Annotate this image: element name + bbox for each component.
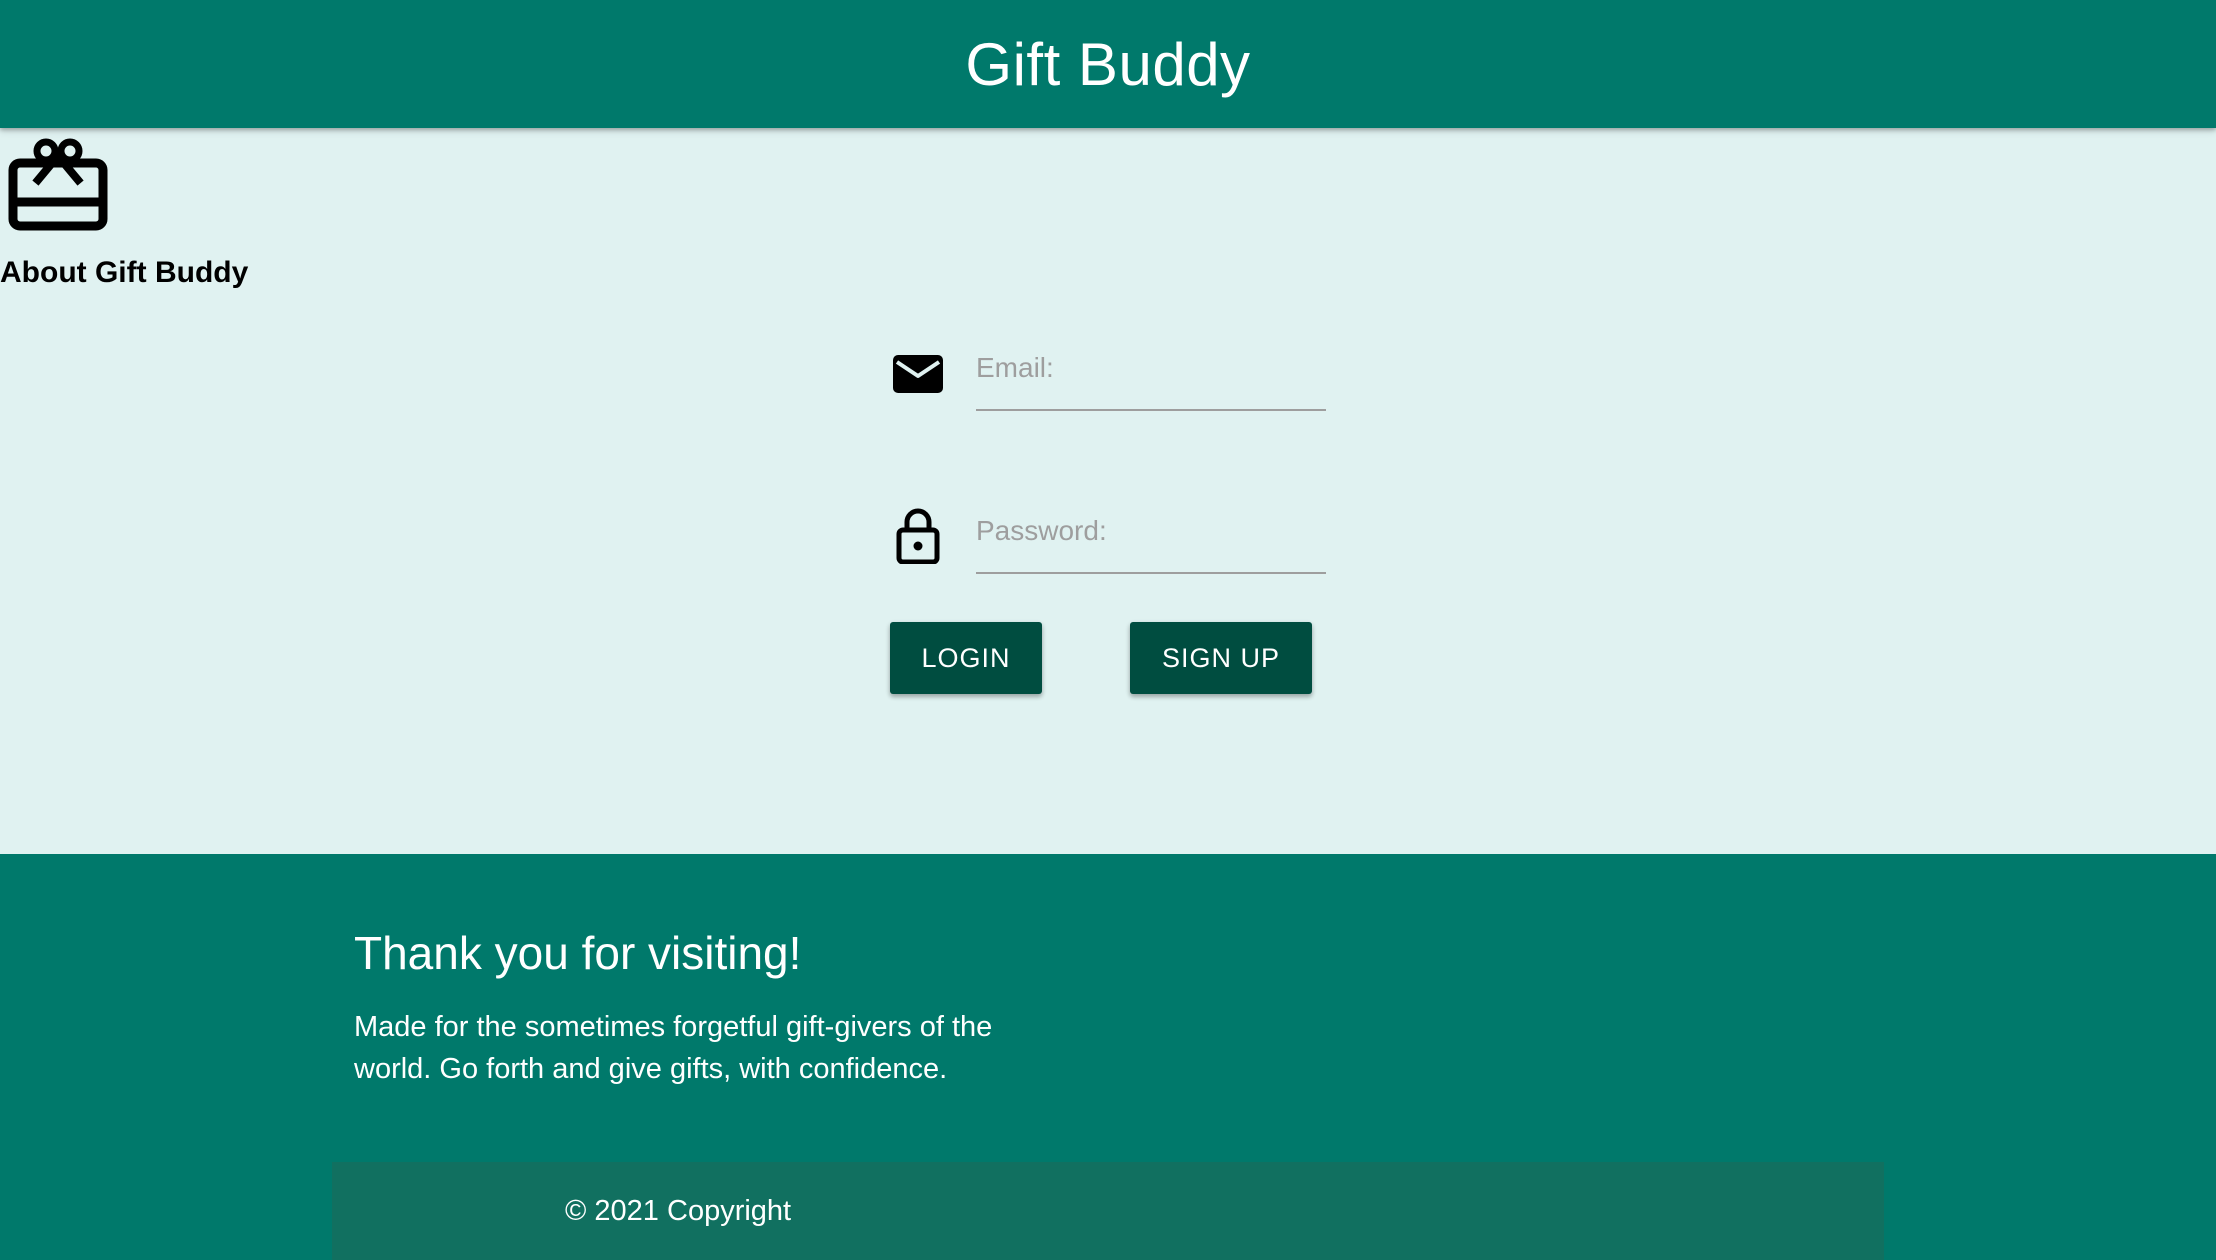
signup-button[interactable]: SIGN UP	[1130, 622, 1312, 694]
email-field-row	[888, 335, 1328, 415]
app-title: Gift Buddy	[965, 30, 1251, 98]
copyright-text: © 2021 Copyright	[565, 1195, 792, 1227]
mail-icon	[893, 355, 943, 393]
password-field[interactable]	[976, 502, 1326, 574]
password-field-row	[888, 498, 1328, 578]
footer-text: Made for the sometimes forgetful gift-gi…	[354, 1011, 993, 1085]
lock-icon	[896, 508, 940, 564]
copyright-bar: © 2021 Copyright	[332, 1162, 1884, 1260]
footer-title: Thank you for visiting!	[354, 927, 802, 979]
page-footer: Thank you for visiting! Made for the som…	[0, 854, 2216, 1260]
page: Gift Buddy About Gift Buddy Email: LOGIN…	[0, 0, 2216, 1260]
about-label: About Gift Buddy	[0, 256, 249, 289]
email-field[interactable]	[976, 339, 1326, 411]
login-button[interactable]: LOGIN	[890, 622, 1042, 694]
gift-card-icon	[8, 138, 108, 231]
app-header: Gift Buddy	[0, 0, 2216, 128]
